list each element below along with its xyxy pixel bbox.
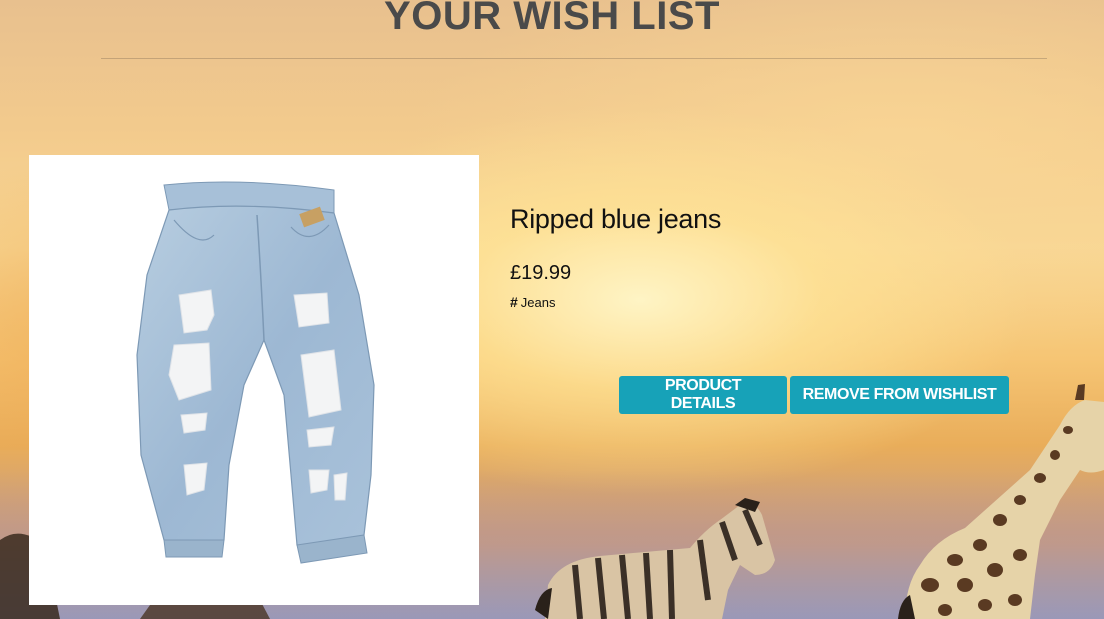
page-title: YOUR WISH LIST <box>384 0 720 38</box>
wishlist-page: YOUR WISH LIST Ripped blue jeans £19.99 … <box>0 0 1104 619</box>
product-image[interactable] <box>29 155 479 605</box>
product-category-tag[interactable]: # Jeans <box>510 294 556 310</box>
remove-from-wishlist-button[interactable]: REMOVE FROM WISHLIST <box>790 376 1009 414</box>
product-price: £19.99 <box>510 262 572 284</box>
product-name[interactable]: Ripped blue jeans <box>510 204 721 235</box>
hashtag-icon: # <box>510 294 518 310</box>
title-divider <box>101 58 1047 59</box>
jeans-icon <box>136 181 375 564</box>
product-category-label: Jeans <box>520 294 556 310</box>
product-details-button[interactable]: PRODUCT DETAILS <box>619 376 787 414</box>
